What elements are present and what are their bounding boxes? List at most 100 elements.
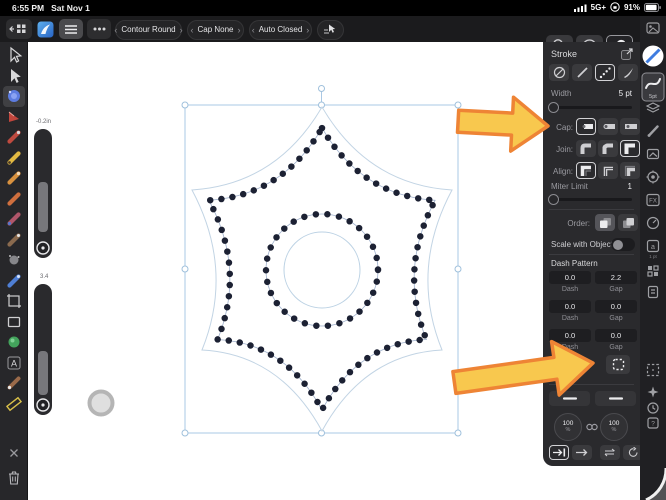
dash-field-2[interactable]: 0.0 [549,300,591,313]
order-stroke-front-button[interactable] [595,214,615,231]
ink-brush-tool[interactable] [10,275,21,286]
battery-percent: 91% [623,2,640,12]
selection-tool[interactable] [10,47,22,63]
stroke-dashed-button[interactable] [595,64,615,81]
breadcrumb-closed[interactable]: ‹ Auto Closed › [249,19,312,40]
transform-tool[interactable] [7,294,21,308]
help-icon[interactable]: ? [647,417,659,429]
brush-panel-icon[interactable] [647,125,659,137]
swatch-grid-icon[interactable] [647,265,659,277]
cap-square-button[interactable] [620,118,640,135]
start-marker-button[interactable] [549,391,590,406]
badge-icon[interactable] [646,170,660,184]
start-marker-scale-dial[interactable]: 100 % [554,413,582,441]
join-miter-button[interactable] [620,140,640,157]
chevron-left-icon[interactable]: ‹ [190,25,193,35]
chevron-left-icon[interactable]: ‹ [114,25,117,35]
cap-round-button[interactable] [598,118,618,135]
fx-panel-icon[interactable]: FX [646,193,660,207]
hud-slider-track[interactable] [34,284,52,415]
close-icon[interactable] [10,449,18,457]
rotation-handle[interactable] [318,85,325,92]
trash-icon[interactable] [9,471,19,485]
round-dash-toggle-button[interactable] [606,355,630,374]
airbrush-tool[interactable] [8,215,19,226]
align-outside-button[interactable] [620,162,640,179]
arrow-to-end-button[interactable] [549,445,569,460]
text-style-icon[interactable]: a [646,239,660,253]
stroke-color-swatch[interactable] [642,45,664,67]
ruler-tool[interactable] [5,396,23,412]
chevron-left-icon[interactable]: ‹ [252,25,255,35]
hud-slider-thumb[interactable] [38,351,48,395]
media-tab-icon[interactable] [646,22,660,34]
dash-field-1[interactable]: 0.0 [549,271,591,284]
end-marker-scale-dial[interactable]: 100 % [600,413,628,441]
stroke-solid-button[interactable] [572,64,592,81]
rectangle-tool[interactable] [7,316,21,328]
dotted-stitch-path[interactable] [203,121,441,417]
align-center-button[interactable] [598,162,618,179]
chevron-right-icon[interactable]: › [238,25,241,35]
gallery-back-button[interactable] [6,19,32,39]
link-icon[interactable] [586,423,598,431]
direct-selection-tool[interactable] [11,69,21,83]
menu-button[interactable] [59,19,83,39]
pencil-tool[interactable] [8,154,18,164]
join-bevel-button[interactable] [598,140,618,157]
eyedropper-tool[interactable] [7,376,21,390]
shape-tool[interactable] [8,336,20,348]
sparkle-icon[interactable] [647,386,659,398]
swap-markers-button[interactable] [600,445,620,460]
gap-field-3[interactable]: 0.0 [595,329,637,342]
cap-butt-button[interactable] [576,118,596,135]
stroke-none-button[interactable] [549,64,569,81]
text-tool[interactable]: A [7,356,21,370]
dial-panel-icon[interactable] [646,216,660,230]
marker-tool[interactable] [10,195,19,204]
node-tool-selected[interactable] [3,86,25,107]
miter-slider-knob[interactable] [548,194,559,205]
miter-slider-track[interactable] [551,198,632,201]
breadcrumb-contour[interactable]: ‹ Contour Round › [114,19,183,40]
scale-with-object-toggle[interactable] [611,238,635,251]
arrow-button[interactable] [572,445,592,460]
pointer-settings-button[interactable] [317,19,344,40]
layers-cube-icon[interactable] [645,102,661,113]
width-slider-knob[interactable] [548,102,559,113]
expand-icon[interactable] [621,48,634,60]
dotted-ring[interactable] [262,210,382,330]
breadcrumb-cap[interactable]: ‹ Cap None › [187,19,244,40]
selection-handles[interactable] [181,101,462,437]
align-inside-button[interactable] [576,162,596,179]
brush-preset-button[interactable]: 5pt [641,72,665,102]
app-logo[interactable] [36,19,55,39]
image-panel-icon[interactable] [646,148,660,160]
join-round-button[interactable] [576,140,596,157]
width-slider-track[interactable] [551,106,632,109]
brush-tool[interactable] [10,172,21,183]
hud-slider-thumb[interactable] [38,182,48,232]
stroke-brush-button[interactable] [618,64,638,81]
gap-field-2[interactable]: 0.0 [595,300,637,313]
more-button[interactable] [87,19,111,39]
gap-field-1[interactable]: 2.2 [595,271,637,284]
inner-circle-path[interactable] [283,231,361,309]
help-label: ? [651,421,655,428]
knife-tool[interactable] [10,131,21,142]
pen-tool[interactable] [10,234,21,245]
hud-slider-track[interactable] [34,129,52,258]
canvas[interactable] [28,42,543,500]
end-marker-button[interactable] [595,391,636,406]
artboard-select-icon[interactable] [646,363,660,377]
spray-tool[interactable] [9,255,20,265]
target-icon[interactable] [34,396,52,414]
target-icon[interactable] [34,239,52,257]
chevron-right-icon[interactable]: › [180,25,183,35]
history-clock-icon[interactable] [647,402,659,414]
corner-tool[interactable] [8,111,19,122]
chevron-right-icon[interactable]: › [306,25,309,35]
dash-field-3[interactable]: 0.0 [549,329,591,342]
order-stroke-back-button[interactable] [618,214,638,231]
template-doc-icon[interactable] [647,285,659,299]
